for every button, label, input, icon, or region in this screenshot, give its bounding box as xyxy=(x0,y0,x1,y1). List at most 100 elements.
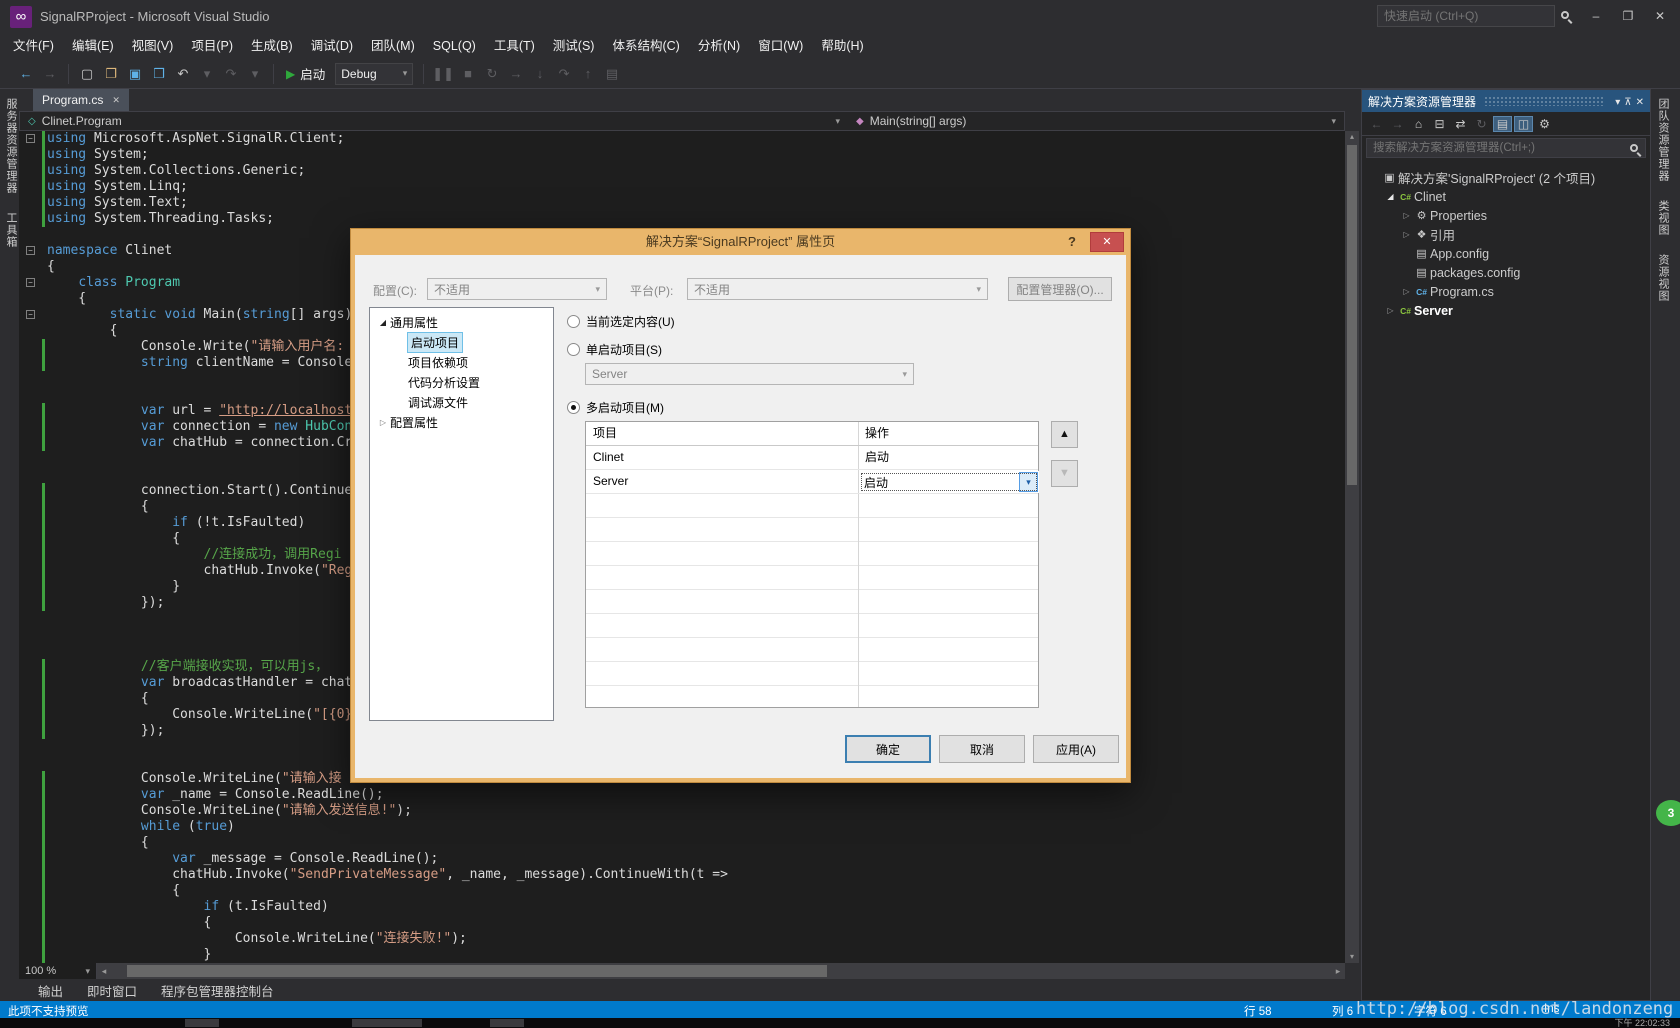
collapsed-arrow-icon[interactable]: ▷ xyxy=(1384,306,1397,315)
refresh-icon[interactable]: ↻ xyxy=(1472,117,1491,131)
menu-item[interactable]: 生成(B) xyxy=(242,33,302,59)
horizontal-scrollbar[interactable]: ◂ ▸ xyxy=(97,963,1345,979)
expanded-arrow-icon[interactable]: ◢ xyxy=(1384,192,1397,201)
search-input[interactable] xyxy=(1366,138,1646,158)
step-out-icon[interactable]: ↑ xyxy=(578,66,598,81)
nav-backward-icon[interactable]: ← xyxy=(16,66,36,81)
preview-selected-items-icon[interactable]: ◫ xyxy=(1514,116,1533,132)
collapsed-arrow-icon[interactable]: ▷ xyxy=(376,418,390,427)
save-icon[interactable]: ▣ xyxy=(125,66,145,82)
dialog-tree-item[interactable]: 项目依赖项 xyxy=(370,352,553,372)
fold-toggle-icon[interactable]: − xyxy=(26,134,35,143)
ok-button[interactable]: 确定 xyxy=(845,735,931,763)
code-line[interactable]: var _name = Console.ReadLine(); xyxy=(19,787,1345,803)
properties-icon[interactable]: ⚙ xyxy=(1535,117,1554,131)
single-startup-project-dropdown[interactable]: Server▾ xyxy=(585,363,914,385)
code-line[interactable]: using System.Collections.Generic; xyxy=(19,163,1345,179)
auto-hide-pin-icon[interactable]: ⊼ xyxy=(1624,97,1631,108)
back-icon[interactable]: ← xyxy=(1367,117,1386,131)
menu-item[interactable]: 测试(S) xyxy=(544,33,604,59)
dialog-tree-item[interactable]: ◢通用属性 xyxy=(370,312,553,332)
code-line[interactable]: { xyxy=(19,883,1345,899)
menu-item[interactable]: 窗口(W) xyxy=(749,33,812,59)
solution-tree-item[interactable]: ◢C#Clinet xyxy=(1362,187,1650,206)
dialog-close-button[interactable]: ✕ xyxy=(1090,232,1124,252)
configuration-manager-button[interactable]: 配置管理器(O)... xyxy=(1008,277,1112,301)
forward-icon[interactable]: → xyxy=(1388,117,1407,131)
close-button[interactable]: ✕ xyxy=(1644,0,1676,33)
radio-multiple-startup[interactable]: 多启动项目(M) xyxy=(567,399,664,416)
scroll-down-icon[interactable]: ▾ xyxy=(1345,951,1359,963)
code-line[interactable]: var _message = Console.ReadLine(); xyxy=(19,851,1345,867)
fold-toggle-icon[interactable]: − xyxy=(26,246,35,255)
code-line[interactable]: chatHub.Invoke("SendPrivateMessage", _na… xyxy=(19,867,1345,883)
move-up-button[interactable]: ▲ xyxy=(1051,421,1078,448)
collapsed-arrow-icon[interactable]: ▷ xyxy=(1400,287,1413,296)
solution-tree-item[interactable]: ▷C#Program.cs xyxy=(1362,282,1650,301)
code-line[interactable]: { xyxy=(19,835,1345,851)
code-line[interactable]: { xyxy=(19,915,1345,931)
taskbar-item[interactable] xyxy=(352,1019,422,1027)
solution-tree-item[interactable]: ▷❖引用 xyxy=(1362,225,1650,244)
radio-single-startup[interactable]: 单启动项目(S) xyxy=(567,341,662,358)
minimize-button[interactable]: – xyxy=(1580,0,1612,33)
collapsed-arrow-icon[interactable]: ▷ xyxy=(1400,211,1413,220)
members-dropdown[interactable]: ◆ Main(string[] args) ▾ xyxy=(848,112,1344,130)
solution-tree-item[interactable]: ▣解决方案'SignalRProject' (2 个项目) xyxy=(1362,168,1650,187)
nav-forward-icon[interactable]: → xyxy=(40,66,60,81)
code-line[interactable]: using Microsoft.AspNet.SignalR.Client; xyxy=(19,131,1345,147)
undo-dropdown-icon[interactable]: ▾ xyxy=(197,66,217,82)
redo-icon[interactable]: ↷ xyxy=(221,66,241,82)
menu-item[interactable]: 编辑(E) xyxy=(63,33,123,59)
menu-item[interactable]: 团队(M) xyxy=(362,33,424,59)
panel-tab[interactable]: 即时窗口 xyxy=(77,981,147,1000)
scroll-up-icon[interactable]: ▴ xyxy=(1345,131,1359,143)
solution-tree-item[interactable]: ▷C#Server xyxy=(1362,301,1650,320)
solution-tree-item[interactable]: ▤App.config xyxy=(1362,244,1650,263)
code-line[interactable]: using System.Threading.Tasks; xyxy=(19,211,1345,227)
search-icon[interactable] xyxy=(1561,11,1569,19)
expanded-arrow-icon[interactable]: ◢ xyxy=(376,318,390,327)
radio-current-selection[interactable]: 当前选定内容(U) xyxy=(567,313,675,330)
solution-explorer-search[interactable] xyxy=(1362,136,1650,160)
save-all-icon[interactable]: ❒ xyxy=(149,66,169,82)
collapsed-arrow-icon[interactable]: ▷ xyxy=(1400,230,1413,239)
stop-debugging-icon[interactable]: ■ xyxy=(458,66,478,81)
tab-close-icon[interactable]: ✕ xyxy=(112,95,120,106)
menu-item[interactable]: 体系结构(C) xyxy=(603,33,688,59)
code-line[interactable]: Console.WriteLine("连接失败!"); xyxy=(19,931,1345,947)
step-over-icon[interactable]: ↷ xyxy=(554,66,574,82)
action-dropdown[interactable]: 启动▾ xyxy=(859,471,1039,493)
dialog-tree-item[interactable]: 代码分析设置 xyxy=(370,372,553,392)
windows-taskbar[interactable]: 下午 22:02:33 xyxy=(0,1018,1680,1028)
table-row[interactable]: Server启动▾ xyxy=(586,470,1038,494)
vertical-scrollbar[interactable]: ▴ ▾ xyxy=(1345,131,1359,963)
maximize-button[interactable]: ❐ xyxy=(1612,0,1644,33)
solution-explorer-title-bar[interactable]: 解决方案资源管理器 ▾⊼✕ xyxy=(1362,90,1650,112)
menu-item[interactable]: 文件(F) xyxy=(4,33,63,59)
code-line[interactable]: using System.Text; xyxy=(19,195,1345,211)
scrollbar-thumb[interactable] xyxy=(127,965,827,977)
taskbar-item[interactable] xyxy=(185,1019,219,1027)
start-debug-button[interactable]: ▶ 启动 xyxy=(286,64,325,83)
floating-badge[interactable]: 3 xyxy=(1656,800,1680,826)
menu-item[interactable]: 视图(V) xyxy=(123,33,183,59)
tab-program-cs[interactable]: Program.cs ✕ xyxy=(33,89,129,111)
undo-icon[interactable]: ↶ xyxy=(173,66,193,82)
menu-item[interactable]: 工具(T) xyxy=(485,33,544,59)
help-button[interactable]: ? xyxy=(1060,232,1084,252)
window-position-icon[interactable]: ▾ xyxy=(1615,97,1620,108)
solution-tree-item[interactable]: ▤packages.config xyxy=(1362,263,1650,282)
configuration-dropdown[interactable]: 不适用▾ xyxy=(427,278,607,300)
step-into-icon[interactable]: ↓ xyxy=(530,66,550,81)
redo-dropdown-icon[interactable]: ▾ xyxy=(245,66,265,82)
code-line[interactable]: if (t.IsFaulted) xyxy=(19,899,1345,915)
break-all-icon[interactable]: ❚❚ xyxy=(432,66,454,82)
quick-launch-input[interactable] xyxy=(1378,9,1554,23)
show-next-statement-icon[interactable]: → xyxy=(506,66,526,81)
home-icon[interactable]: ⌂ xyxy=(1409,117,1428,131)
panel-tab[interactable]: 输出 xyxy=(28,981,73,1000)
types-dropdown[interactable]: ◇ Clinet.Program ▾ xyxy=(20,112,848,130)
drag-handle[interactable] xyxy=(1484,96,1603,106)
new-file-icon[interactable]: ▢ xyxy=(77,66,97,82)
